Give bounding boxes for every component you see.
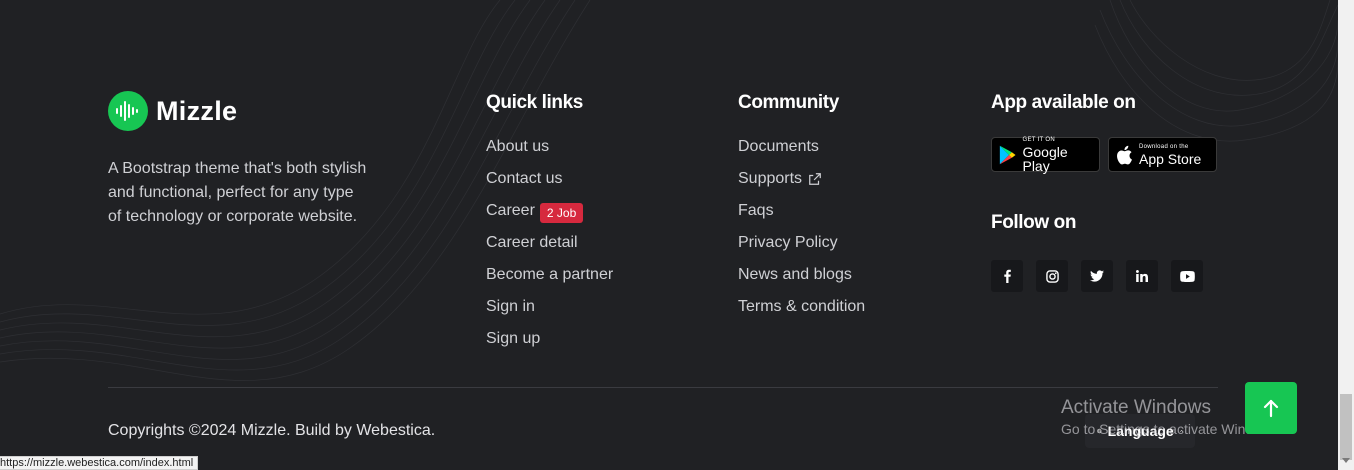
arrow-up-icon xyxy=(1263,399,1279,418)
soundwave-logo-icon xyxy=(108,91,148,131)
link-contact-us[interactable]: Contact us xyxy=(486,170,562,188)
link-terms-condition[interactable]: Terms & condition xyxy=(738,298,865,316)
scrollbar-thumb[interactable] xyxy=(1340,394,1352,460)
link-become-partner[interactable]: Become a partner xyxy=(486,266,613,284)
link-documents[interactable]: Documents xyxy=(738,138,819,156)
link-sign-up[interactable]: Sign up xyxy=(486,330,540,348)
google-play-small-text: GET IT ON xyxy=(1022,136,1055,143)
facebook-icon[interactable] xyxy=(991,260,1023,292)
brand-description: A Bootstrap theme that's both stylish an… xyxy=(108,160,367,225)
brand[interactable]: Mizzle xyxy=(108,91,237,131)
youtube-icon[interactable] xyxy=(1171,260,1203,292)
app-column: App available on GET IT ON Google Play D… xyxy=(991,92,1217,292)
community-column: Community Documents Supports Faqs Privac… xyxy=(738,92,865,330)
google-play-icon xyxy=(999,145,1016,164)
back-to-top-button[interactable] xyxy=(1245,382,1297,434)
link-faqs[interactable]: Faqs xyxy=(738,202,774,220)
footer-divider xyxy=(108,387,1218,388)
store-buttons: GET IT ON Google Play Download on the Ap… xyxy=(991,136,1217,174)
copyright-text: Copyrights ©2024 Mizzle. Build by Webest… xyxy=(108,422,436,439)
scroll-down-arrow-icon[interactable] xyxy=(1342,458,1350,463)
brand-name: Mizzle xyxy=(156,95,238,126)
quick-links-title: Quick links xyxy=(486,92,583,113)
page-scrollbar[interactable] xyxy=(1338,0,1354,470)
instagram-icon[interactable] xyxy=(1036,260,1068,292)
link-privacy-policy[interactable]: Privacy Policy xyxy=(738,234,838,252)
link-news-blogs[interactable]: News and blogs xyxy=(738,266,852,284)
app-store-button[interactable]: Download on the App Store xyxy=(1108,137,1217,172)
link-supports[interactable]: Supports xyxy=(738,170,822,188)
google-play-big-text: Google Play xyxy=(1022,143,1068,174)
supports-label: Supports xyxy=(738,170,803,187)
follow-title: Follow on xyxy=(991,212,1077,233)
link-about-us[interactable]: About us xyxy=(486,138,549,156)
link-career-detail[interactable]: Career detail xyxy=(486,234,578,252)
career-job-badge: 2 Job xyxy=(539,203,584,223)
external-link-icon xyxy=(809,173,821,185)
apple-icon xyxy=(1117,145,1132,164)
quick-links-column: Quick links About us Contact us Career 2 … xyxy=(486,92,613,362)
app-store-small-text: Download on the xyxy=(1139,143,1189,150)
linkedin-icon[interactable] xyxy=(1126,260,1158,292)
browser-status-url: https://mizzle.webestica.com/index.html xyxy=(0,456,199,470)
twitter-icon[interactable] xyxy=(1081,260,1113,292)
google-play-button[interactable]: GET IT ON Google Play xyxy=(991,136,1100,174)
social-icons xyxy=(991,260,1217,292)
app-title: App available on xyxy=(991,92,1136,113)
link-sign-in[interactable]: Sign in xyxy=(486,298,535,316)
community-title: Community xyxy=(738,92,839,113)
link-career[interactable]: Career xyxy=(486,202,535,220)
app-store-big-text: App Store xyxy=(1139,150,1202,167)
site-footer: Mizzle A Bootstrap theme that's both sty… xyxy=(0,0,1338,470)
